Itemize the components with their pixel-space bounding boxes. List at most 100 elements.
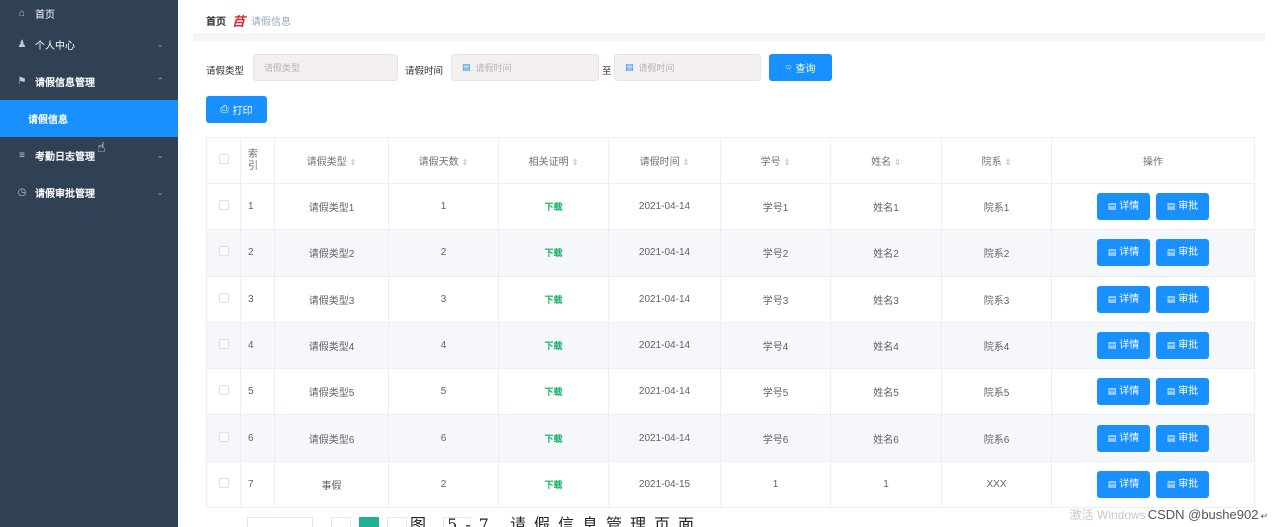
sidebar-item-leave-approval[interactable]: ◷ 请假审批管理 ⌄ [0, 174, 178, 211]
cell-days: 4 [388, 321, 499, 370]
leave-time-label: 请假时间 [405, 66, 444, 77]
prev-page-button[interactable] [331, 517, 351, 527]
approve-button[interactable]: ▤ 审批 [1156, 378, 1209, 406]
cell-actions: ▤ 详情 ▤ 审批 [1051, 229, 1255, 277]
detail-button[interactable]: ▤ 详情 [1097, 239, 1150, 267]
column-header-name[interactable]: 姓名 ⇕ [830, 137, 942, 184]
sort-icon[interactable]: ⇕ [462, 158, 469, 167]
checkbox[interactable] [218, 431, 229, 442]
approve-button[interactable]: ▤ 审批 [1156, 424, 1209, 452]
column-header-days[interactable]: 请假天数 ⇕ [388, 137, 499, 184]
breadcrumb-home[interactable]: 首页 [206, 13, 226, 28]
sidebar-item-label: 请假信息管理 [35, 78, 95, 89]
cell-days: 2 [388, 229, 499, 277]
sort-icon[interactable]: ⇕ [894, 158, 901, 167]
column-header-time[interactable]: 请假时间 ⇕ [608, 137, 721, 184]
document-icon: ▤ [1166, 386, 1176, 397]
cell-dept: 院系5 [941, 368, 1052, 416]
page-size-select[interactable] [247, 517, 313, 527]
sort-icon[interactable]: ⇕ [784, 158, 791, 167]
breadcrumb: 首页 䒤 请假信息 [206, 11, 291, 30]
cell-days: 6 [388, 414, 499, 462]
approve-button-label: 审批 [1178, 386, 1199, 398]
document-icon: ▤ [1107, 432, 1117, 443]
leave-time-start-placeholder: 请假时间 [475, 63, 512, 73]
cell-time: 2021-04-15 [608, 460, 721, 509]
checkbox[interactable] [218, 246, 229, 257]
print-button[interactable]: ⎙ 打印 [206, 96, 267, 123]
cell-time: 2021-04-14 [608, 182, 721, 231]
row-checkbox-cell[interactable] [206, 275, 241, 323]
sort-icon[interactable]: ⇕ [683, 158, 690, 167]
query-button[interactable]: ○ 查询 [769, 54, 832, 81]
printer-icon: ⎙ [220, 104, 229, 115]
leave-time-end-input[interactable]: ▤ 请假时间 [614, 54, 761, 81]
approve-button[interactable]: ▤ 审批 [1156, 470, 1209, 498]
cell-student-id: 学号5 [720, 368, 831, 416]
approve-button-label: 审批 [1178, 293, 1199, 305]
page-number-active[interactable] [359, 517, 379, 527]
document-icon: ▤ [1107, 478, 1117, 489]
document-icon: ▤ [1107, 386, 1117, 397]
column-header-proof[interactable]: 相关证明 ⇕ [498, 137, 609, 184]
detail-button[interactable]: ▤ 详情 [1097, 378, 1150, 406]
row-checkbox-cell[interactable] [206, 414, 241, 462]
detail-button[interactable]: ▤ 详情 [1097, 285, 1150, 313]
checkbox[interactable] [218, 385, 229, 396]
row-checkbox-cell[interactable] [206, 460, 241, 509]
approve-button[interactable]: ▤ 审批 [1156, 332, 1209, 360]
checkbox[interactable] [218, 292, 229, 303]
next-page-button[interactable] [387, 517, 407, 527]
search-icon: ○ [785, 62, 792, 73]
leave-type-input[interactable]: 请假类型 [253, 54, 398, 81]
leave-time-start-input[interactable]: ▤ 请假时间 [451, 54, 599, 81]
row-checkbox-cell[interactable] [206, 229, 241, 277]
detail-button[interactable]: ▤ 详情 [1097, 332, 1150, 360]
download-link[interactable]: 下载 [544, 434, 562, 444]
mouse-cursor-icon: ☝ [97, 139, 106, 155]
sidebar-item-leave-management[interactable]: ⚑ 请假信息管理 ⌃ [0, 63, 178, 100]
detail-button[interactable]: ▤ 详情 [1097, 470, 1150, 498]
download-link[interactable]: 下载 [544, 202, 562, 212]
checkbox[interactable] [218, 339, 229, 350]
approve-button[interactable]: ▤ 审批 [1156, 193, 1209, 221]
checkbox[interactable] [218, 200, 229, 211]
download-link[interactable]: 下载 [544, 295, 562, 305]
cell-time: 2021-04-14 [608, 275, 721, 323]
cell-type: 请假类型5 [274, 368, 389, 416]
column-header-dept[interactable]: 院系 ⇕ [941, 137, 1052, 184]
cell-dept: 院系2 [941, 229, 1052, 277]
download-link[interactable]: 下载 [544, 480, 562, 490]
approve-button[interactable]: ▤ 审批 [1156, 285, 1209, 313]
sort-icon[interactable]: ⇕ [350, 158, 357, 167]
sidebar-item-attendance-log[interactable]: ≡ 考勤日志管理 ⌄ [0, 137, 178, 174]
checkbox[interactable] [218, 477, 229, 488]
detail-button-label: 详情 [1119, 432, 1140, 444]
sort-icon[interactable]: ⇕ [572, 158, 579, 167]
download-link[interactable]: 下载 [544, 248, 562, 258]
cell-proof: 下载 [498, 460, 609, 509]
row-checkbox-cell[interactable] [206, 368, 241, 416]
approve-button[interactable]: ▤ 审批 [1156, 239, 1209, 267]
table-row: 7 事假 2 下载 2021-04-15 1 1 XXX ▤ 详情 ▤ 审批 [206, 460, 1255, 509]
checkbox[interactable] [218, 154, 229, 164]
table-header-row: 索引 请假类型 ⇕ 请假天数 ⇕ 相关证明 ⇕ 请假时间 ⇕ 学号 ⇕ 姓名 ⇕ 院系 ⇕ 操… [206, 137, 1255, 184]
sidebar-item-label: 考勤日志管理 [35, 152, 95, 163]
leave-type-placeholder: 请假类型 [264, 63, 301, 73]
download-link[interactable]: 下载 [544, 387, 562, 397]
column-header-student-id[interactable]: 学号 ⇕ [720, 137, 831, 184]
detail-button[interactable]: ▤ 详情 [1097, 424, 1150, 452]
detail-button[interactable]: ▤ 详情 [1097, 193, 1150, 221]
flag-icon: ⚑ [17, 76, 27, 87]
range-to-label: 至 [602, 66, 612, 77]
sidebar-item-leave-info[interactable]: 请假信息 [0, 100, 178, 137]
row-checkbox-cell[interactable] [206, 182, 241, 231]
download-link[interactable]: 下载 [544, 341, 562, 351]
column-header-type[interactable]: 请假类型 ⇕ [274, 137, 389, 184]
sidebar-item-home[interactable]: ⌂ 首页 [0, 0, 178, 26]
sidebar-item-personal-center[interactable]: ♟ 个人中心 ⌄ [0, 26, 178, 63]
row-checkbox-cell[interactable] [206, 321, 241, 370]
cell-proof: 下载 [498, 229, 609, 277]
select-all-checkbox-cell[interactable] [206, 137, 241, 184]
sort-icon[interactable]: ⇕ [1005, 158, 1012, 167]
